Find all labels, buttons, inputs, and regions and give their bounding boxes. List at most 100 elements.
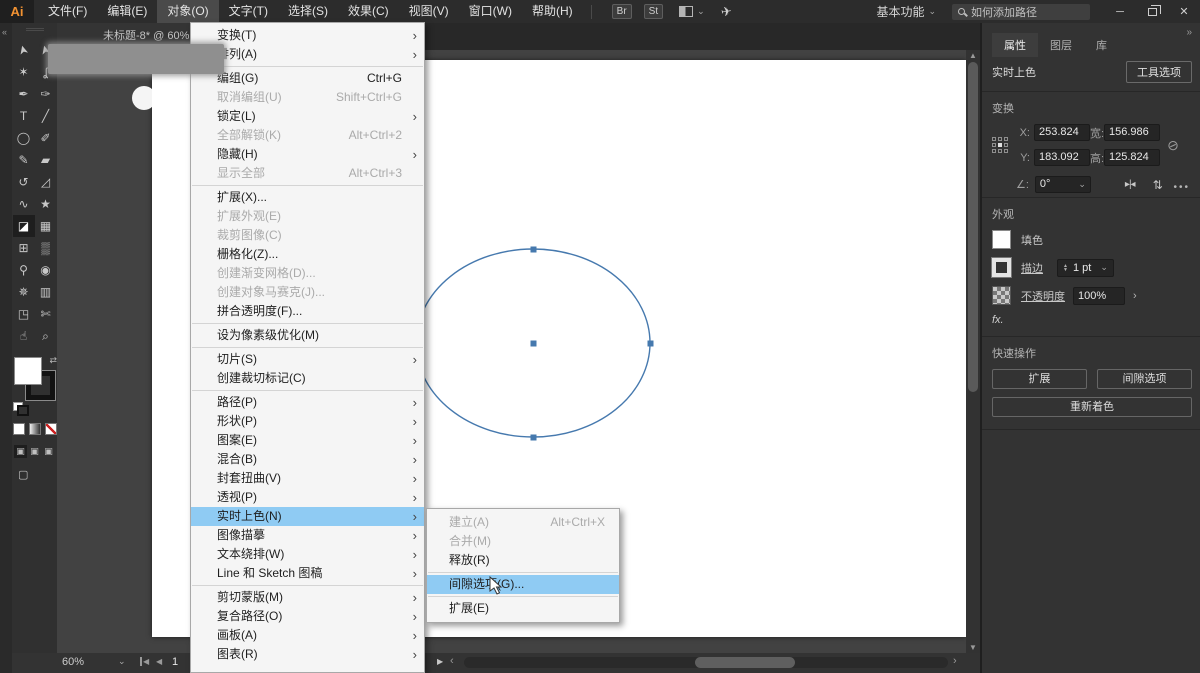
gradient-tool[interactable]: ▒	[35, 237, 57, 259]
menu-item-28[interactable]: 透视(P)›	[191, 488, 424, 507]
menu-item-37[interactable]: 图表(R)›	[191, 645, 424, 664]
curvature-tool[interactable]: ✑	[35, 83, 57, 105]
selection-tool[interactable]: ➤	[13, 39, 35, 61]
column-graph-tool[interactable]: ▥	[35, 281, 57, 303]
menubar-item-7[interactable]: 视图(V)	[399, 0, 459, 23]
arrange-documents-icon[interactable]	[679, 6, 693, 17]
expand-button[interactable]: 扩展	[992, 369, 1087, 389]
toolbar-collapse-icon[interactable]: «	[2, 27, 7, 37]
menubar-item-4[interactable]: 文字(T)	[219, 0, 278, 23]
x-field[interactable]: 253.824	[1034, 124, 1090, 141]
ref-point-dot[interactable]	[998, 137, 1002, 141]
panel-tab-2[interactable]: 图层	[1038, 33, 1084, 57]
draw-behind-icon[interactable]: ▣	[28, 445, 41, 458]
ref-point-dot[interactable]	[998, 149, 1002, 153]
menu-item-18[interactable]: 设为像素级优化(M)	[191, 326, 424, 345]
menu-item-25[interactable]: 图案(E)›	[191, 431, 424, 450]
previous-artboard-icon[interactable]: ◀	[156, 657, 162, 666]
menubar-item-2[interactable]: 编辑(E)	[97, 0, 157, 23]
ref-point-dot[interactable]	[992, 137, 996, 141]
eraser-tool[interactable]: ▰	[35, 149, 57, 171]
menu-item-4[interactable]: 间隙选项(G)...	[427, 575, 619, 594]
zoom-level[interactable]: 60%	[62, 656, 84, 668]
flip-horizontal-icon[interactable]: ▸|◂	[1125, 179, 1135, 190]
anchor-right[interactable]	[648, 341, 654, 347]
mesh-tool[interactable]: ⊞	[13, 237, 35, 259]
line-segment-tool[interactable]: ╱	[35, 105, 57, 127]
ref-point-dot[interactable]	[1004, 143, 1008, 147]
horizontal-scrollbar[interactable]	[464, 657, 948, 668]
menu-item-27[interactable]: 封套扭曲(V)›	[191, 469, 424, 488]
help-search-input[interactable]: 如何添加路径	[952, 4, 1090, 20]
anchor-bottom[interactable]	[531, 435, 537, 441]
menu-item-16[interactable]: 拼合透明度(F)...	[191, 302, 424, 321]
ref-point-dot[interactable]	[998, 143, 1002, 147]
panel-tab-3[interactable]: 库	[1084, 33, 1119, 57]
menu-item-3[interactable]: 编组(G)Ctrl+G	[191, 69, 424, 88]
workspace-switcher[interactable]: 基本功能	[876, 3, 924, 20]
live-paint-bucket-tool[interactable]: ◪	[13, 215, 35, 237]
menubar-item-8[interactable]: 窗口(W)	[459, 0, 522, 23]
menubar-item-9[interactable]: 帮助(H)	[522, 0, 583, 23]
stock-button[interactable]: St	[644, 4, 663, 19]
screen-mode-icon[interactable]: ▢	[18, 468, 57, 481]
draw-inside-icon[interactable]: ▣	[42, 445, 55, 458]
stroke-weight-stepper[interactable]: ▲▼ 1 pt ⌄	[1057, 259, 1114, 277]
gap-options-button[interactable]: 间隙选项	[1097, 369, 1192, 389]
close-button[interactable]: ✕	[1168, 0, 1200, 23]
ref-point-dot[interactable]	[1004, 149, 1008, 153]
workspace-chevron-icon[interactable]: ⌄	[928, 6, 936, 17]
fx-effects-icon[interactable]: fx.	[992, 314, 1192, 326]
color-button[interactable]	[13, 423, 25, 435]
minimize-button[interactable]: ─	[1104, 0, 1136, 23]
flip-vertical-icon[interactable]: ⇅	[1153, 178, 1163, 192]
stroke-dropdown-icon[interactable]: ⌄	[1100, 262, 1108, 273]
fill-color-swatch[interactable]	[992, 230, 1011, 249]
tool-options-button[interactable]: 工具选项	[1126, 61, 1192, 83]
paintbrush-tool[interactable]: ✐	[35, 127, 57, 149]
stroke-label[interactable]: 描边	[1021, 260, 1043, 276]
menu-item-10[interactable]: 扩展(X)...	[191, 188, 424, 207]
default-fill-stroke-icon[interactable]	[13, 402, 23, 411]
y-field[interactable]: 183.092	[1034, 149, 1090, 166]
rotate-tool[interactable]: ↺	[13, 171, 35, 193]
height-field[interactable]: 125.824	[1104, 149, 1160, 166]
transform-more-options-icon[interactable]: •••	[1173, 182, 1190, 193]
anchor-top[interactable]	[531, 247, 537, 253]
horizontal-scroll-thumb[interactable]	[695, 657, 795, 668]
restore-button[interactable]	[1136, 0, 1168, 23]
hand-tool[interactable]: ☝	[13, 325, 35, 347]
menu-item-6[interactable]: 扩展(E)	[427, 599, 619, 618]
menu-item-32[interactable]: Line 和 Sketch 图稿›	[191, 564, 424, 583]
menubar-item-5[interactable]: 选择(S)	[278, 0, 338, 23]
opacity-field[interactable]: 100%	[1073, 287, 1125, 305]
menu-item-36[interactable]: 画板(A)›	[191, 626, 424, 645]
ref-point-dot[interactable]	[1004, 137, 1008, 141]
angle-dropdown-icon[interactable]: ⌄	[1078, 177, 1086, 192]
menu-item-21[interactable]: 创建裁切标记(C)	[191, 369, 424, 388]
angle-field[interactable]: 0° ⌄	[1035, 176, 1091, 193]
swap-fill-stroke-icon[interactable]: ⇄	[49, 355, 57, 366]
menubar-item-1[interactable]: 文件(F)	[38, 0, 97, 23]
panel-tab-1[interactable]: 属性	[992, 33, 1038, 57]
menu-item-29[interactable]: 实时上色(N)›	[191, 507, 424, 526]
scale-tool[interactable]: ◿	[35, 171, 57, 193]
menu-item-7[interactable]: 隐藏(H)›	[191, 145, 424, 164]
fill-swatch[interactable]	[14, 357, 42, 385]
toolbar-grip[interactable]	[26, 28, 44, 31]
pen-tool[interactable]: ✒	[13, 83, 35, 105]
menu-item-26[interactable]: 混合(B)›	[191, 450, 424, 469]
bridge-button[interactable]: Br	[612, 4, 632, 19]
opacity-swatch[interactable]	[992, 286, 1011, 305]
stepper-arrows-icon[interactable]: ▲▼	[1063, 264, 1068, 272]
artboard-number[interactable]: 1	[172, 656, 178, 668]
ref-point-dot[interactable]	[992, 149, 996, 153]
menu-item-34[interactable]: 剪切蒙版(M)›	[191, 588, 424, 607]
link-dimensions-icon[interactable]: ⊘	[1158, 133, 1188, 158]
width-tool[interactable]: ∿	[13, 193, 35, 215]
menu-item-31[interactable]: 文本绕排(W)›	[191, 545, 424, 564]
magic-wand-tool[interactable]: ✶	[13, 61, 35, 83]
menu-item-24[interactable]: 形状(P)›	[191, 412, 424, 431]
stroke-color-swatch[interactable]	[992, 258, 1011, 277]
menu-item-0[interactable]: 变换(T)›	[191, 26, 424, 45]
